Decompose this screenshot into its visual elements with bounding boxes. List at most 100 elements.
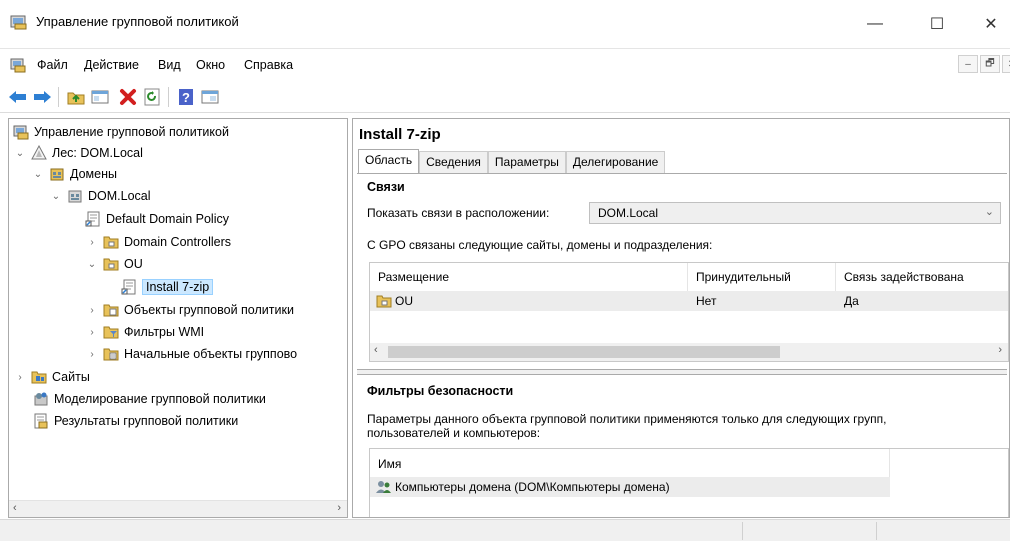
links-horizontal-scrollbar[interactable]: ‹ ›	[370, 343, 1008, 361]
toolbar: ?	[0, 81, 1010, 113]
minimize-button[interactable]: —	[852, 6, 898, 42]
location-combobox[interactable]: DOM.Local ⌄	[589, 202, 1001, 224]
tree-node-ou[interactable]: ⌄ OU	[85, 254, 143, 274]
links-list[interactable]: Размещение Принудительный Связь задейств…	[369, 262, 1009, 362]
tree-node-default-domain-policy[interactable]: Default Domain Policy	[81, 209, 229, 229]
security-filter-list[interactable]: Имя Компьютеры домена (DOM\Компьютеры до…	[369, 448, 1009, 517]
chevron-right-icon[interactable]: ›	[85, 305, 99, 316]
tab-scope[interactable]: Область	[358, 149, 420, 174]
gpo-container-icon	[103, 302, 119, 318]
tree-label-gpo-objects: Объекты групповой политики	[124, 303, 294, 317]
tree-node-root[interactable]: Управление групповой политикой	[11, 122, 229, 142]
sites-icon	[31, 369, 47, 385]
menu-window[interactable]: Окно	[196, 58, 225, 72]
chevron-down-icon[interactable]: ⌄	[85, 259, 99, 270]
tree-node-starter-gpos[interactable]: › Начальные объекты группово	[85, 344, 297, 364]
status-bar	[0, 519, 1010, 541]
scope-tab-panel: Связи Показать связи в расположении: DOM…	[357, 173, 1009, 517]
tab-delegation[interactable]: Делегирование	[565, 151, 666, 173]
table-row[interactable]: Компьютеры домена (DOM\Компьютеры домена…	[370, 477, 890, 497]
linked-sites-label: С GPO связаны следующие сайты, домены и …	[367, 238, 713, 252]
wmi-filter-icon	[103, 324, 119, 340]
chevron-down-icon[interactable]: ⌄	[49, 191, 63, 202]
show-hide-pane-icon[interactable]	[90, 87, 110, 107]
security-filter-heading: Фильтры безопасности	[367, 384, 514, 398]
domain-icon	[67, 188, 83, 204]
tree-label-domain: DOM.Local	[88, 189, 151, 203]
tree-label-domain-controllers: Domain Controllers	[124, 235, 231, 249]
column-location[interactable]: Размещение	[370, 263, 688, 291]
window-title: Управление групповой политикой	[36, 14, 239, 29]
scrollbar-thumb[interactable]	[388, 346, 780, 358]
scroll-right-icon[interactable]: ›	[998, 344, 1002, 356]
domains-icon	[49, 166, 65, 182]
ou-folder-icon	[103, 256, 119, 272]
scroll-right-icon[interactable]: ›	[337, 502, 341, 514]
properties-icon[interactable]	[200, 87, 220, 107]
results-icon	[33, 413, 49, 429]
forest-icon	[31, 144, 47, 161]
mdi-close-button[interactable]: ✕	[1002, 55, 1010, 73]
tree-node-install-7zip[interactable]: Install 7-zip	[117, 277, 214, 297]
tree-horizontal-scrollbar[interactable]: ‹ ›	[9, 500, 347, 517]
row-name: Компьютеры домена (DOM\Компьютеры домена…	[395, 480, 670, 494]
delete-icon[interactable]	[118, 87, 138, 107]
menu-view[interactable]: Вид	[158, 58, 181, 72]
maximize-button[interactable]: ☐	[914, 6, 960, 42]
tree-node-domains[interactable]: ⌄ Домены	[31, 164, 117, 184]
folder-up-icon[interactable]	[66, 87, 86, 107]
links-list-header: Размещение Принудительный Связь задейств…	[370, 263, 1008, 291]
mdi-minimize-button[interactable]: –	[958, 55, 978, 73]
scroll-left-icon[interactable]: ‹	[13, 502, 17, 514]
chevron-right-icon[interactable]: ›	[85, 237, 99, 248]
gpo-link-icon	[85, 211, 101, 227]
close-button[interactable]: ✕	[968, 6, 1010, 42]
mdi-controls: – 🗗 ✕	[956, 55, 1010, 73]
menu-action[interactable]: Действие	[84, 58, 139, 72]
table-row[interactable]: OU Нет Да	[370, 291, 1008, 311]
refresh-icon[interactable]	[142, 87, 162, 107]
tree-node-wmi-filters[interactable]: › Фильтры WMI	[85, 322, 204, 342]
tree-node-forest[interactable]: ⌄ Лес: DOM.Local	[13, 143, 143, 163]
menu-help[interactable]: Справка	[244, 58, 293, 72]
chevron-right-icon[interactable]: ›	[13, 372, 27, 383]
mdi-restore-button[interactable]: 🗗	[980, 55, 1000, 73]
back-arrow-icon[interactable]	[8, 87, 28, 107]
forward-arrow-icon[interactable]	[32, 87, 52, 107]
tree-node-gpo-objects[interactable]: › Объекты групповой политики	[85, 300, 294, 320]
menu-file[interactable]: Файл	[37, 58, 68, 72]
tree-label-ou: OU	[124, 257, 143, 271]
column-enforced[interactable]: Принудительный	[688, 263, 836, 291]
pane-splitter[interactable]	[357, 369, 1007, 375]
tree-label-install-7zip: Install 7-zip	[142, 279, 214, 295]
tree-label-starter-gpos: Начальные объекты группово	[124, 347, 298, 361]
tree-label-sites: Сайты	[52, 370, 90, 384]
tree-node-sites[interactable]: › Сайты	[13, 367, 90, 387]
tree-label-wmi-filters: Фильтры WMI	[124, 325, 205, 339]
tree-node-modeling[interactable]: Моделирование групповой политики	[29, 389, 266, 409]
mmc-system-menu-icon[interactable]	[10, 57, 26, 73]
tree-label-domains: Домены	[70, 167, 117, 181]
tab-settings[interactable]: Параметры	[487, 151, 566, 173]
column-name[interactable]: Имя	[370, 449, 890, 477]
chevron-down-icon[interactable]: ⌄	[13, 148, 27, 159]
tree-label-modeling: Моделирование групповой политики	[54, 392, 266, 406]
chevron-down-icon[interactable]: ⌄	[985, 205, 994, 218]
chevron-right-icon[interactable]: ›	[85, 349, 99, 360]
chevron-down-icon[interactable]: ⌄	[31, 169, 45, 180]
console-tree[interactable]: Управление групповой политикой ⌄ Лес: DO…	[8, 118, 348, 518]
column-link-enabled[interactable]: Связь задействована	[836, 263, 1008, 291]
row-name-cell: Компьютеры домена (DOM\Компьютеры домена…	[376, 480, 670, 494]
modeling-icon	[33, 391, 49, 407]
security-filter-description: Параметры данного объекта групповой поли…	[367, 412, 887, 440]
tab-details[interactable]: Сведения	[419, 151, 488, 173]
starter-gpo-icon	[103, 346, 119, 362]
scroll-left-icon[interactable]: ‹	[374, 344, 378, 356]
tree-node-domain-controllers[interactable]: › Domain Controllers	[85, 232, 231, 252]
help-icon[interactable]: ?	[176, 87, 196, 107]
tree-label-root: Управление групповой политикой	[34, 125, 229, 139]
chevron-right-icon[interactable]: ›	[85, 327, 99, 338]
tree-node-domain[interactable]: ⌄ DOM.Local	[49, 186, 151, 206]
tree-label-results: Результаты групповой политики	[54, 414, 239, 428]
tree-node-results[interactable]: Результаты групповой политики	[29, 411, 238, 431]
